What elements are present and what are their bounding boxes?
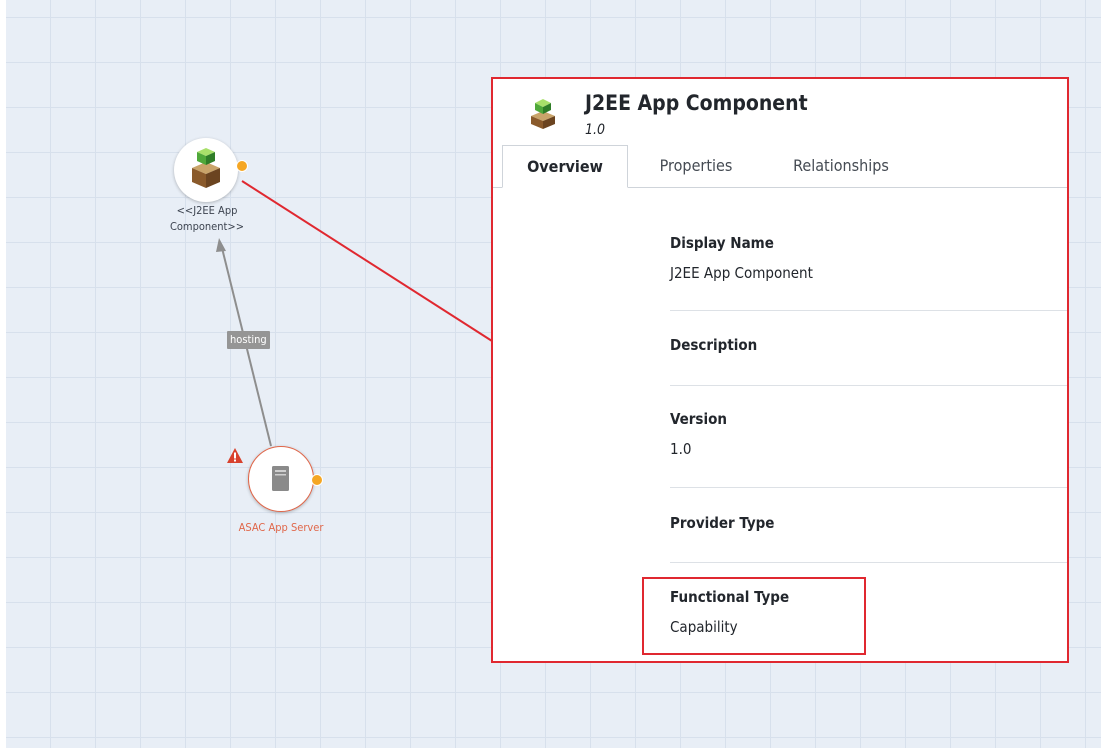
field-divider bbox=[670, 385, 1067, 386]
package-icon bbox=[531, 99, 555, 129]
field-value: J2EE App Component bbox=[670, 264, 813, 282]
tab-overview[interactable]: Overview bbox=[502, 145, 628, 188]
field-value: 1.0 bbox=[670, 440, 692, 458]
tab-bar: Overview Properties Relationships bbox=[493, 145, 1067, 188]
tab-relationships[interactable]: Relationships bbox=[771, 145, 911, 187]
field-divider bbox=[670, 487, 1067, 488]
field-label: Version bbox=[670, 410, 727, 428]
panel-title: J2EE App Component bbox=[585, 91, 808, 115]
field-label: Description bbox=[670, 336, 758, 354]
highlight-box bbox=[642, 577, 866, 655]
node-label-asac: ASAC App Server bbox=[238, 521, 324, 534]
package-icon bbox=[192, 148, 220, 188]
server-icon bbox=[272, 466, 289, 491]
asac-app-server-node[interactable] bbox=[248, 446, 314, 512]
field-version: Version 1.0 bbox=[670, 409, 1067, 459]
tab-properties[interactable]: Properties bbox=[639, 145, 753, 187]
field-description: Description bbox=[670, 335, 1067, 365]
status-dot bbox=[236, 160, 248, 172]
node-label-j2ee: <<J2EE App Component>> bbox=[160, 203, 254, 235]
j2ee-app-component-node[interactable] bbox=[174, 138, 238, 202]
node-label-line1: <<J2EE App bbox=[176, 204, 238, 217]
field-display-name: Display Name J2EE App Component bbox=[670, 233, 1067, 283]
details-panel: J2EE App Component 1.0 Overview Properti… bbox=[491, 77, 1069, 663]
warning-icon bbox=[227, 448, 243, 463]
field-divider bbox=[670, 310, 1067, 311]
panel-version: 1.0 bbox=[585, 122, 606, 138]
field-divider bbox=[670, 562, 1067, 563]
field-label: Provider Type bbox=[670, 514, 775, 532]
field-label: Display Name bbox=[670, 234, 774, 252]
status-dot bbox=[311, 474, 323, 486]
edge-label-hosting: hosting bbox=[227, 331, 270, 349]
field-provider-type: Provider Type bbox=[670, 513, 1067, 543]
node-label-line2: Component>> bbox=[169, 220, 245, 233]
